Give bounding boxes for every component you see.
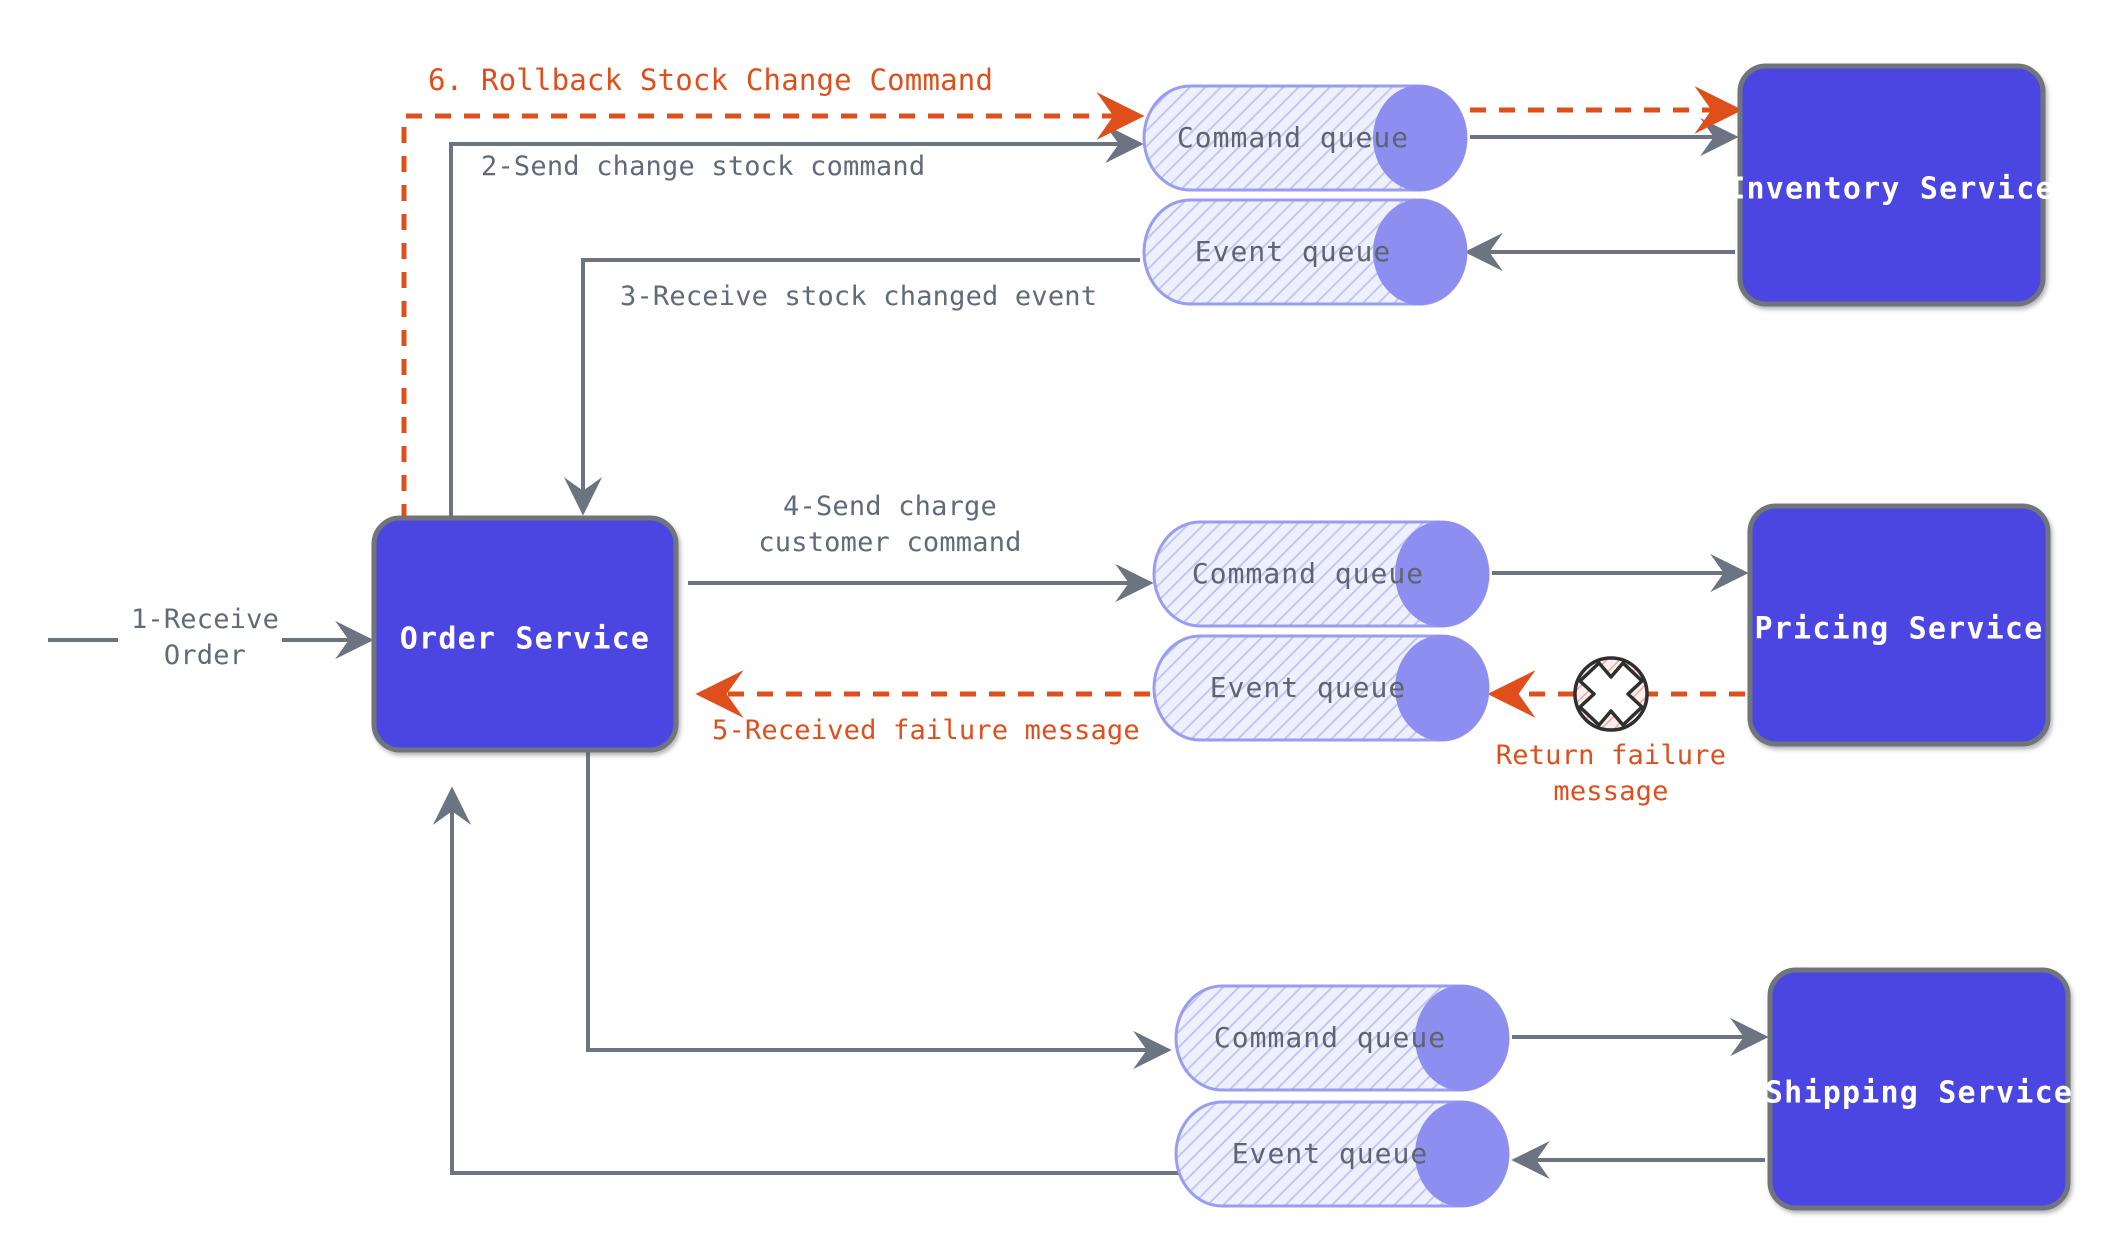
label-step6: 6. Rollback Stock Change Command bbox=[428, 63, 993, 97]
label-step1-line1: 1-Receive bbox=[131, 604, 279, 635]
label-step3: 3-Receive stock changed event bbox=[620, 281, 1097, 312]
label-step5: 5-Received failure message bbox=[712, 715, 1140, 746]
queue-label: Command queue bbox=[1214, 1021, 1446, 1054]
queue-label: Event queue bbox=[1232, 1137, 1428, 1170]
service-inventory[interactable]: Inventory Service bbox=[1727, 63, 2054, 307]
queue-inventory-command[interactable]: Command queue bbox=[1142, 84, 1468, 192]
service-label: Pricing Service bbox=[1755, 612, 2044, 647]
service-order[interactable]: Order Service bbox=[371, 515, 679, 753]
label-step2: 2-Send change stock command bbox=[481, 151, 925, 182]
edge-order-to-shipping-command bbox=[586, 751, 1172, 1070]
architecture-diagram: Command queue Event queue Command queue … bbox=[0, 0, 2122, 1256]
edge-send-change-stock bbox=[449, 124, 1144, 518]
queue-pricing-command[interactable]: Command queue bbox=[1152, 520, 1490, 628]
label-failure-line1: Return failure bbox=[1496, 740, 1726, 771]
queue-label: Command queue bbox=[1177, 121, 1409, 154]
diagram-canvas: Command queue Event queue Command queue … bbox=[48, 63, 2073, 1211]
queue-label: Command queue bbox=[1192, 557, 1424, 590]
service-shipping[interactable]: Shipping Service bbox=[1765, 967, 2073, 1211]
queue-inventory-event[interactable]: Event queue bbox=[1142, 198, 1468, 306]
queue-shipping-event[interactable]: Event queue bbox=[1174, 1100, 1510, 1208]
label-step4-line1: 4-Send charge bbox=[783, 491, 997, 522]
failure-cross-icon bbox=[1573, 656, 1649, 732]
label-step1-line2: Order bbox=[164, 640, 246, 671]
service-pricing[interactable]: Pricing Service bbox=[1747, 503, 2051, 747]
service-label: Order Service bbox=[400, 622, 650, 657]
queue-shipping-command[interactable]: Command queue bbox=[1174, 984, 1510, 1092]
queue-label: Event queue bbox=[1210, 671, 1406, 704]
queue-label: Event queue bbox=[1195, 235, 1391, 268]
label-failure-line2: message bbox=[1553, 776, 1668, 807]
queue-pricing-event[interactable]: Event queue bbox=[1152, 634, 1490, 742]
service-label: Shipping Service bbox=[1765, 1076, 2073, 1111]
edge-shipping-event-to-order bbox=[432, 786, 1185, 1175]
service-label: Inventory Service bbox=[1727, 172, 2054, 207]
label-step4-line2: customer command bbox=[758, 527, 1021, 558]
